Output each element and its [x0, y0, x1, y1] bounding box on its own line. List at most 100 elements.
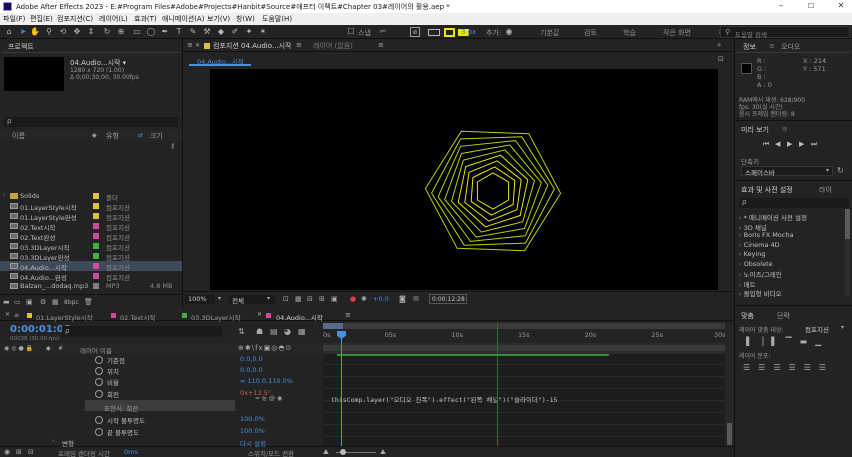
- clone-stamp-tool-icon[interactable]: ⚒: [202, 27, 212, 37]
- effect-category[interactable]: › 3D 채널: [739, 222, 767, 232]
- toggle-switches-modes[interactable]: 스위치/모드 전환: [248, 448, 294, 457]
- project-item[interactable]: 04.Audio...시작 컴포지션: [0, 261, 182, 272]
- type-tool-icon[interactable]: T: [174, 27, 184, 37]
- rectangle-tool-icon[interactable]: ▭: [132, 27, 142, 37]
- fill-icon[interactable]: ⊘: [410, 27, 420, 37]
- effects-presets-tab[interactable]: 효과 및 사전 설정: [741, 185, 793, 195]
- label-color-swatch[interactable]: [93, 283, 99, 289]
- stopwatch-icon[interactable]: [95, 416, 103, 424]
- rotate-tool-icon[interactable]: ↻: [102, 27, 112, 37]
- grid-icon[interactable]: ▣: [331, 295, 338, 303]
- eraser-tool-icon[interactable]: ◆: [216, 27, 226, 37]
- workspace-review[interactable]: 검토: [584, 28, 597, 38]
- audio-tab[interactable]: 오디오: [781, 42, 800, 52]
- new-folder-icon[interactable]: ▭: [14, 298, 21, 306]
- close-tab-icon[interactable]: ✕: [5, 311, 10, 318]
- next-frame-icon[interactable]: ▶: [799, 140, 804, 148]
- menu-icon[interactable]: ≡: [378, 41, 384, 49]
- zoom-in-icon[interactable]: ⛰: [380, 448, 386, 457]
- zoom-slider-thumb[interactable]: [340, 449, 346, 455]
- effect-category[interactable]: › * 애니메이션 사전 설정: [739, 212, 807, 222]
- pen-tool-icon[interactable]: ✒: [160, 27, 170, 37]
- dolly-tool-icon[interactable]: ⇕: [86, 27, 96, 37]
- color-channel-icon[interactable]: ●: [350, 295, 356, 303]
- preview-menu-icon[interactable]: ≡: [782, 125, 788, 133]
- first-frame-icon[interactable]: ⏮: [763, 140, 769, 149]
- label-color-swatch[interactable]: [93, 213, 99, 219]
- home-icon[interactable]: ⌂: [4, 27, 14, 37]
- comp-breadcrumb[interactable]: 04.Audio...시작: [189, 55, 251, 66]
- project-item[interactable]: 03.3DLayer시작 컴포지션: [0, 241, 182, 252]
- new-comp-icon[interactable]: ▣: [26, 298, 33, 306]
- timeline-search-input[interactable]: ρ: [62, 326, 222, 337]
- puppet-tool-icon[interactable]: ✦: [244, 27, 254, 37]
- effect-category[interactable]: › 매트: [739, 279, 756, 289]
- timeline-scrollbar[interactable]: [725, 323, 734, 446]
- project-item[interactable]: Balzan_...dodaq.mp3 MP3 4.8 MB: [0, 281, 182, 291]
- close-icon[interactable]: ✕: [834, 1, 848, 10]
- stroke-swatch[interactable]: [444, 28, 455, 37]
- show-snapshot-icon[interactable]: ✉: [413, 295, 419, 303]
- property-value[interactable]: 100.0%: [240, 427, 265, 435]
- workspace-learn[interactable]: 학습: [623, 28, 636, 38]
- property-value[interactable]: 0.0,0.0: [240, 355, 263, 363]
- motion-blur-icon[interactable]: ◕: [284, 327, 291, 336]
- frame-blending-icon[interactable]: ▤: [270, 327, 278, 336]
- bpc-label[interactable]: 8bpc: [64, 299, 79, 306]
- effects-scrollbar[interactable]: [845, 209, 850, 297]
- label-color-swatch[interactable]: [93, 263, 99, 269]
- menu-icon[interactable]: ≡: [345, 311, 351, 319]
- label-color-swatch[interactable]: [93, 253, 99, 259]
- distribute-buttons[interactable]: ☰☰☰☰☰☰: [743, 363, 845, 373]
- workspace-default[interactable]: 기본값: [540, 28, 559, 38]
- time-ruler[interactable]: 0s 05s 10s 15s 20s 25s 30s: [323, 323, 726, 343]
- panel-more-icon[interactable]: »: [717, 41, 721, 49]
- project-item[interactable]: › Solids 폴더: [0, 191, 182, 202]
- close-tab-icon[interactable]: ✕: [257, 311, 262, 318]
- stopwatch-icon[interactable]: [95, 356, 103, 364]
- label-color-swatch[interactable]: [93, 273, 99, 279]
- timeline-tab-3[interactable]: 03.3DLayer시작: [191, 312, 241, 322]
- menu-file[interactable]: 파일(F): [3, 14, 25, 24]
- project-item[interactable]: 02.Text시작 컴포지션: [0, 221, 182, 232]
- label-color-swatch[interactable]: [93, 193, 99, 199]
- guides-icon[interactable]: ⊞: [319, 295, 325, 303]
- project-settings-icon[interactable]: ⚙: [40, 298, 46, 306]
- property-value[interactable]: 100.0%: [240, 415, 265, 423]
- label-color-swatch[interactable]: [93, 223, 99, 229]
- add-icon[interactable]: ◉: [504, 27, 514, 37]
- interpret-footage-icon[interactable]: ▬: [3, 298, 10, 306]
- effects-search-input[interactable]: ρ: [739, 198, 849, 208]
- menu-view[interactable]: 보기(V): [207, 14, 230, 24]
- comp-lock-icon[interactable]: ⊡: [718, 55, 724, 63]
- timeline-tracks[interactable]: thisComp.layer("오디오 진폭").effect("왼쪽 채널")…: [323, 354, 725, 446]
- layer-tab[interactable]: 레이어 (없음): [313, 41, 353, 51]
- play-icon[interactable]: ▶: [787, 140, 792, 148]
- col-size[interactable]: 크기: [150, 131, 163, 141]
- minimize-icon[interactable]: –: [774, 1, 788, 11]
- pan-tool-icon[interactable]: ✥: [72, 27, 82, 37]
- menu-help[interactable]: 도움말(H): [262, 14, 292, 24]
- menu-icon[interactable]: ≡: [14, 312, 19, 319]
- current-time-indicator[interactable]: [341, 331, 342, 446]
- maximize-icon[interactable]: ☐: [804, 2, 818, 10]
- loop-icon[interactable]: ↻: [837, 166, 844, 175]
- magnification-select[interactable]: 100%: [185, 295, 215, 304]
- project-item[interactable]: 03.3DLayer완성 컴포지션: [0, 251, 182, 262]
- exposure-value[interactable]: +0.0: [373, 295, 389, 303]
- property-value[interactable]: 0x+12.5°: [240, 389, 271, 397]
- timeline-tab-1[interactable]: 01.LayerStyle시작: [36, 312, 93, 322]
- chevron-right-icon[interactable]: ›: [52, 438, 54, 445]
- roto-brush-tool-icon[interactable]: ✐: [230, 27, 240, 37]
- exposure-icon[interactable]: ✺: [361, 295, 367, 303]
- work-area-start[interactable]: [323, 323, 343, 329]
- effect-category[interactable]: › 몰입형 비디오: [739, 288, 782, 298]
- flowchart-icon[interactable]: ⚷: [170, 142, 175, 150]
- work-area-bar[interactable]: [323, 323, 725, 329]
- effect-category[interactable]: › Cinema 4D: [739, 241, 780, 249]
- stopwatch-icon[interactable]: [95, 378, 103, 386]
- delete-icon[interactable]: 🗑: [84, 298, 93, 306]
- brush-tool-icon[interactable]: ✎: [188, 27, 198, 37]
- stroke-width-value[interactable]: 3 px: [461, 28, 476, 36]
- effect-category[interactable]: › 노이즈/그레인: [739, 269, 782, 279]
